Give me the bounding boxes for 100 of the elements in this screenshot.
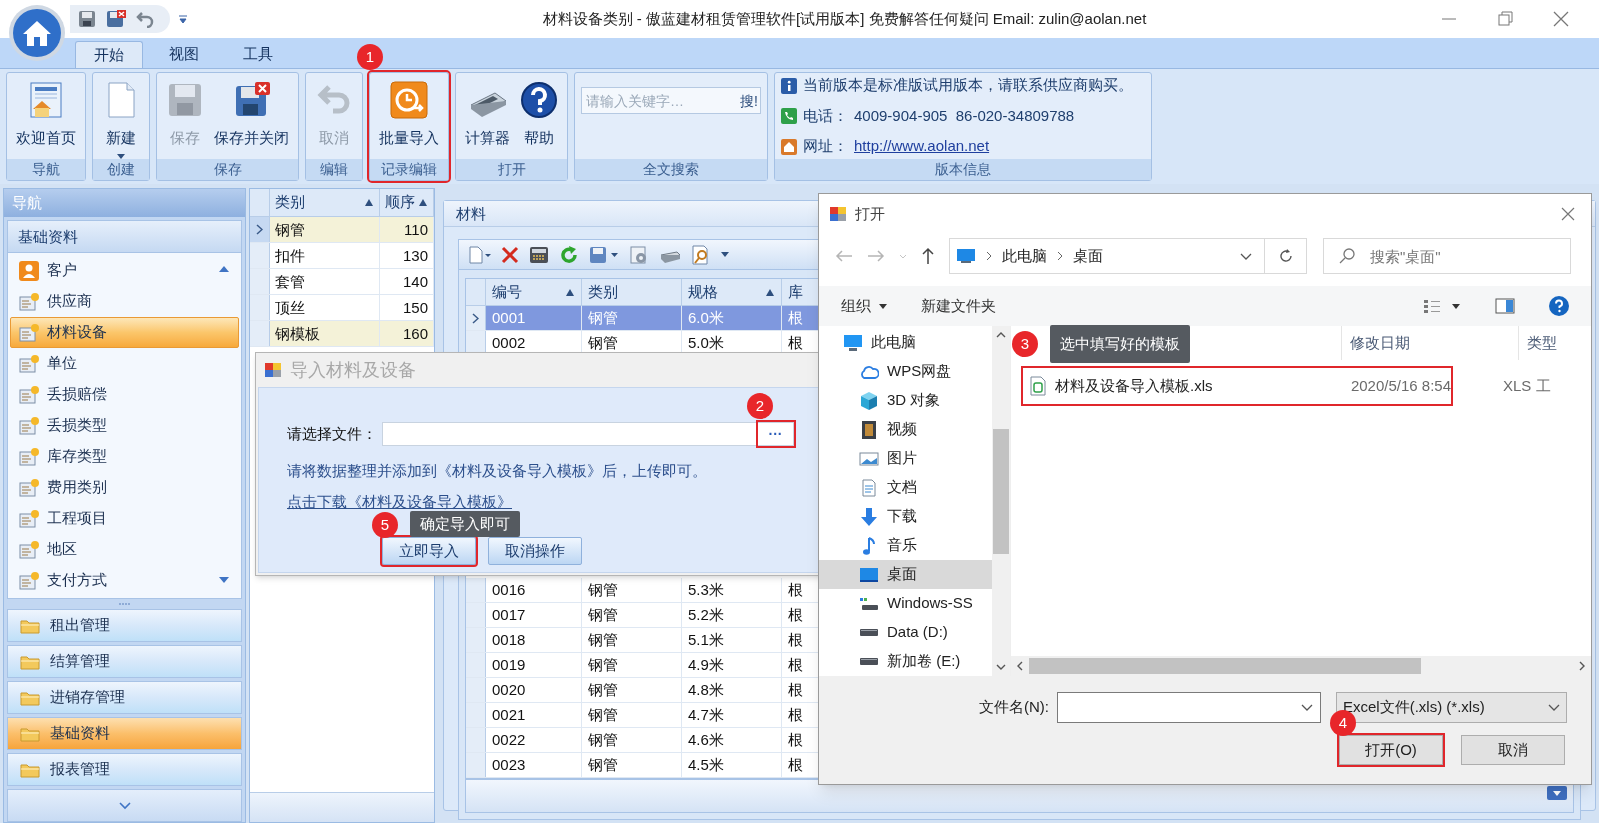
column-header[interactable]: 顺序 — [380, 189, 434, 216]
grid-row[interactable]: 套管 140 — [250, 269, 434, 295]
folder-tree-item[interactable]: 文档 — [819, 473, 992, 502]
nav-item[interactable]: 材料设备 — [10, 317, 239, 348]
grid-row[interactable]: 钢模板 160 — [250, 321, 434, 347]
nav-item[interactable]: 费用类别 — [10, 472, 239, 503]
nav-item[interactable]: 单位 — [10, 348, 239, 379]
nav-item[interactable]: 客户 — [10, 255, 239, 286]
ribbon-button[interactable]: 新建 — [97, 73, 145, 159]
save-dropdown-icon[interactable] — [589, 244, 619, 265]
row-selector[interactable] — [250, 217, 270, 242]
new-folder-button[interactable]: 新建文件夹 — [921, 294, 996, 318]
column-header[interactable]: 类别 — [270, 189, 380, 216]
folder-tree-item[interactable]: 图片 — [819, 444, 992, 473]
column-header[interactable]: 类别 — [582, 279, 682, 305]
download-template-link[interactable]: 点击下载《材料及设备导入模板》 — [287, 490, 512, 513]
music-note-icon — [862, 536, 876, 555]
nav-item[interactable]: 供应商 — [10, 286, 239, 317]
scrollbar-thumb[interactable] — [993, 428, 1009, 554]
splitter-grip-icon[interactable] — [117, 602, 132, 606]
card-icon — [19, 353, 39, 374]
view-options-icon[interactable] — [1423, 299, 1461, 313]
nav-item[interactable]: 工程项目 — [10, 503, 239, 534]
ribbon-button[interactable]: 欢迎首页 — [11, 73, 81, 150]
nav-section[interactable]: 基础资料 — [7, 717, 242, 750]
dropdown-caret-icon[interactable] — [1240, 252, 1252, 260]
column-header[interactable]: 类型 — [1519, 326, 1591, 360]
folder-tree-item[interactable]: 视频 — [819, 415, 992, 444]
chevron-down-icon — [118, 801, 131, 810]
close-icon[interactable] — [1561, 207, 1575, 221]
ribbon-button[interactable]: 批量导入 — [374, 73, 444, 150]
grid-row[interactable]: 扣件 130 — [250, 243, 434, 269]
nav-item[interactable]: 地区 — [10, 534, 239, 565]
grid-row[interactable]: 钢管 110 — [250, 217, 434, 243]
ribbon-tab[interactable]: 开始 — [75, 41, 143, 68]
row-selector[interactable] — [466, 306, 486, 330]
restore-icon[interactable] — [1497, 11, 1513, 27]
caret-icon[interactable] — [721, 252, 729, 257]
ribbon-button[interactable]: 计算器 — [460, 73, 515, 150]
file-name-field[interactable] — [1057, 692, 1321, 723]
vertical-scrollbar[interactable] — [992, 326, 1010, 676]
nav-section[interactable]: 租出管理 — [7, 609, 242, 642]
nav-section[interactable]: 报表管理 — [7, 753, 242, 786]
scrollbar-thumb[interactable] — [1029, 658, 1421, 674]
customize-toolbar-icon[interactable] — [178, 14, 188, 24]
delete-icon[interactable] — [501, 245, 519, 264]
help-icon[interactable] — [1549, 296, 1569, 316]
file-row[interactable]: 材料及设备导入模板.xls 2020/5/16 8:54 — [1023, 368, 1451, 404]
forward-arrow-icon[interactable] — [867, 249, 885, 263]
nav-expand-button[interactable] — [7, 789, 242, 822]
up-arrow-icon[interactable] — [921, 247, 935, 265]
column-header[interactable]: 编号 — [486, 279, 582, 305]
address-bar[interactable]: 此电脑 桌面 — [949, 238, 1307, 274]
horizontal-scrollbar[interactable] — [1011, 656, 1591, 676]
preview-icon[interactable] — [691, 244, 711, 265]
nav-section[interactable]: 进销存管理 — [7, 681, 242, 714]
recent-caret-icon[interactable] — [899, 253, 907, 259]
scroll-down-icon[interactable] — [219, 576, 229, 584]
dialog-button[interactable]: 取消 — [1461, 735, 1565, 765]
new-page-icon[interactable] — [467, 245, 491, 264]
dropdown-caret-icon[interactable] — [1301, 704, 1313, 711]
breadcrumb-item[interactable]: 桌面 — [1073, 244, 1103, 268]
dialog-button[interactable]: 立即导入 — [382, 537, 476, 565]
nav-group-header[interactable]: 基础资料 — [8, 221, 241, 253]
column-header[interactable]: 修改日期 — [1342, 326, 1519, 360]
undo-icon[interactable] — [136, 10, 154, 28]
dialog-button[interactable]: 取消操作 — [488, 537, 582, 565]
folder-tree-item[interactable]: 下载 — [819, 502, 992, 531]
folder-tree-item[interactable]: WPS网盘 — [819, 357, 992, 386]
ribbon-button[interactable]: 帮助 — [515, 73, 563, 150]
refresh-icon[interactable] — [1278, 249, 1293, 263]
folder-tree-item[interactable]: 音乐 — [819, 531, 992, 560]
column-header[interactable]: 规格 — [682, 279, 782, 305]
nav-item[interactable]: 库存类型 — [10, 441, 239, 472]
row-selector[interactable] — [466, 331, 486, 355]
breadcrumb-item[interactable]: 此电脑 — [1002, 244, 1047, 268]
dialog-button[interactable]: 打开(O) — [1339, 735, 1443, 765]
calculator-icon[interactable] — [529, 245, 549, 264]
grid-row[interactable]: 顶丝 150 — [250, 295, 434, 321]
search-button[interactable]: 搜! — [740, 91, 758, 112]
settings-icon[interactable] — [629, 244, 649, 265]
scroll-down-icon[interactable] — [1547, 786, 1567, 800]
save-icon[interactable] — [78, 10, 96, 28]
folder-tree-item[interactable]: 3D 对象 — [819, 386, 992, 415]
website-link[interactable]: http://www.aolan.net — [854, 135, 990, 158]
table-cell: 140 — [380, 269, 434, 294]
ribbon-tab[interactable]: 视图 — [151, 41, 217, 68]
folder-tree-item[interactable]: 桌面 — [819, 560, 992, 589]
preview-pane-icon[interactable] — [1495, 298, 1515, 314]
close-icon[interactable] — [1553, 11, 1569, 27]
save-close-icon[interactable] — [106, 10, 126, 28]
ribbon-button[interactable]: 保存并关闭 — [209, 73, 294, 150]
ribbon-tab[interactable]: 工具 — [225, 41, 291, 68]
scroll-up-icon[interactable] — [219, 265, 229, 273]
nav-item[interactable]: 丢损赔偿 — [10, 379, 239, 410]
nav-item[interactable]: 支付方式 — [10, 565, 239, 596]
search-field[interactable]: 搜索"桌面" — [1323, 238, 1571, 274]
nav-item[interactable]: 丢损类型 — [10, 410, 239, 441]
back-arrow-icon[interactable] — [835, 249, 853, 263]
nav-section[interactable]: 结算管理 — [7, 645, 242, 678]
